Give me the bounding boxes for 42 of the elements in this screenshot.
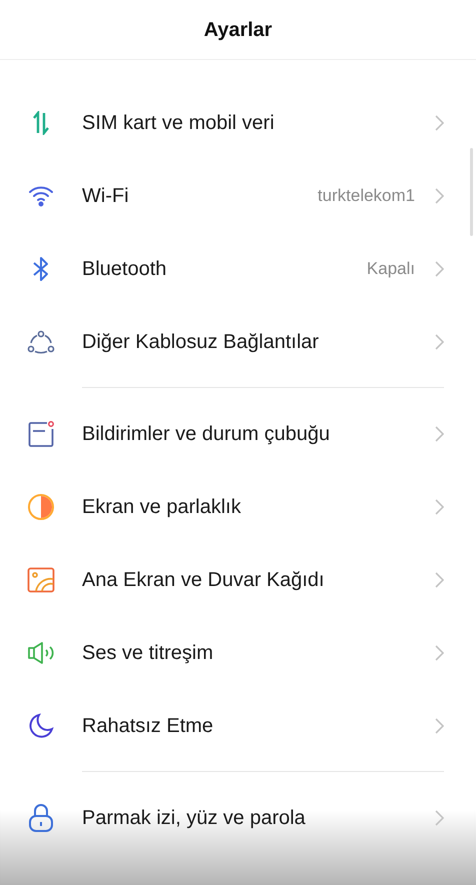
lock-icon: [28, 802, 54, 832]
settings-item[interactable]: Diğer Kablosuz Bağlantılar: [0, 305, 476, 378]
settings-item[interactable]: Bluetooth Kapalı: [0, 232, 476, 305]
chevron-right-icon: [435, 718, 444, 734]
settings-item[interactable]: Ses ve titreşim: [0, 616, 476, 689]
image-frame-icon: [27, 566, 55, 592]
speaker-icon: [27, 640, 55, 664]
connected-nodes-icon: [27, 330, 55, 354]
bluetooth-icon: [31, 256, 51, 282]
item-label: Ekran ve parlaklık: [82, 494, 242, 520]
half-circle-icon: [27, 492, 55, 520]
moon-icon: [28, 712, 54, 738]
item-label: Bildirimler ve durum çubuğu: [82, 422, 331, 446]
settings-item[interactable]: Ana Ekran ve Duvar Kağıdı: [0, 543, 476, 616]
chevron-right-icon: [435, 260, 444, 276]
item-label: Diğer Kablosuz Bağlantılar: [82, 330, 320, 354]
chevron-right-icon: [435, 334, 444, 350]
settings-item[interactable]: Ekran ve parlaklık: [0, 470, 476, 543]
item-label: Parmak izi, yüz ve parola: [82, 806, 306, 830]
item-label: Ses ve titreşim: [82, 640, 214, 666]
item-label: Ana Ekran ve Duvar Kağıdı: [82, 568, 326, 592]
chevron-right-icon: [435, 498, 444, 514]
settings-item[interactable]: Parmak izi, yüz ve parola: [0, 781, 476, 854]
settings-item[interactable]: Bildirimler ve durum çubuğu: [0, 397, 476, 470]
item-label: SIM kart ve mobil veri: [82, 110, 276, 136]
wifi-icon: [28, 184, 54, 206]
item-label: Rahatsız Etme: [82, 714, 214, 738]
chevron-right-icon: [435, 644, 444, 660]
settings-item[interactable]: Wi-Fi turktelekom1: [0, 159, 476, 232]
settings-item[interactable]: SIM kart ve mobil veri: [0, 86, 476, 159]
item-value: Kapalı: [366, 258, 415, 280]
screen-title: Ayarlar: [204, 18, 272, 42]
chevron-right-icon: [435, 188, 444, 204]
chevron-right-icon: [435, 810, 444, 826]
chevron-right-icon: [435, 114, 444, 130]
notification-panel-icon: [27, 420, 55, 448]
item-value: turktelekom1: [318, 184, 415, 207]
chevron-right-icon: [435, 426, 444, 442]
item-label: Wi-Fi: [82, 184, 130, 208]
item-label: Bluetooth: [82, 256, 168, 282]
settings-item[interactable]: Rahatsız Etme: [0, 689, 476, 762]
chevron-right-icon: [435, 572, 444, 588]
